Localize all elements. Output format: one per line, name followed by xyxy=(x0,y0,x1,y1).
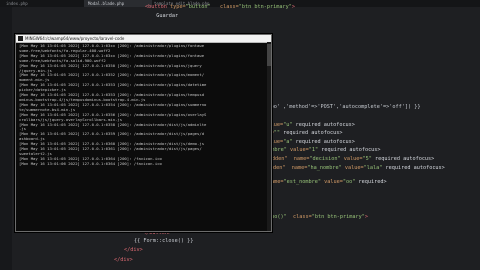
code-token: class= xyxy=(286,214,312,220)
code-token: type= xyxy=(170,4,186,10)
code-token: name= xyxy=(293,156,310,162)
code-token: "decision" xyxy=(309,156,341,162)
code-line: {{ Form::close() }} xyxy=(134,237,193,245)
terminal-output[interactable]: [Mon May 16 13:01:05 2022] 127.0.0.1:63x… xyxy=(19,44,268,229)
code-line: ype="hidden" name="ha_nombre" value="lal… xyxy=(248,164,445,172)
code-token: "1" xyxy=(308,147,319,153)
code-token: required autofocus> xyxy=(382,165,445,171)
code-token: value= xyxy=(320,179,343,185)
code-token: "button" xyxy=(185,4,211,10)
tab-modal[interactable]: Modal.blade.php xyxy=(84,0,152,7)
terminal-window[interactable]: MINGW64:/c/wamp64/www/proyecto/laravel-c… xyxy=(15,34,272,232)
code-token: "est_nombre" xyxy=(283,179,321,185)
code-token: "lala" xyxy=(363,165,383,171)
code-token: </div> xyxy=(114,257,133,263)
code-token: required autofocus> xyxy=(318,147,381,153)
code-token: required autofocus> xyxy=(279,130,343,136)
terminal-line: [Mon May 16 13:01:06 2022] 127.0.0.1:636… xyxy=(19,161,162,166)
code-token: "btn btn-primary" xyxy=(238,4,292,10)
code-token: value= xyxy=(340,156,363,162)
code-token: "btn btn-primary" xyxy=(311,214,365,220)
code-token: </div> xyxy=(124,247,143,253)
line-number-gutter xyxy=(0,7,12,270)
code-token: required autofocus> xyxy=(292,122,355,128)
terminal-icon xyxy=(18,36,23,41)
code-token: class= xyxy=(210,4,239,10)
code-token: "ha_nombre" xyxy=(307,165,342,171)
terminal-titlebar[interactable]: MINGW64:/c/wamp64/www/proyecto/laravel-c… xyxy=(16,35,271,43)
code-token: <button xyxy=(145,4,170,10)
code-token: "oo" xyxy=(342,179,356,185)
code-token: > xyxy=(364,214,368,220)
code-line: </div> xyxy=(124,246,143,254)
code-token: required> xyxy=(355,179,387,185)
code-token: {{ Form::close() }} xyxy=(134,238,194,244)
code-token: required autofocus> xyxy=(292,139,355,145)
terminal-scrollbar[interactable] xyxy=(267,42,271,231)
code-line: </div> xyxy=(114,256,133,264)
code-token: name= xyxy=(291,165,308,171)
code-token: Guardar xyxy=(150,13,179,19)
code-line: <button type="button" class="btn btn-pri… xyxy=(145,3,295,11)
code-token: value= xyxy=(341,165,364,171)
code-token: > xyxy=(291,4,295,10)
code-token: required autofocus> xyxy=(371,156,435,162)
terminal-title: MINGW64:/c/wamp64/www/proyecto/laravel-c… xyxy=(25,36,125,41)
code-token: value= xyxy=(286,147,309,153)
code-line: Guardar xyxy=(150,12,178,20)
tab-index[interactable]: index.php xyxy=(2,0,58,7)
code-line: ype="hidden" name="decision" value="5" r… xyxy=(250,155,434,163)
scrollbar-thumb[interactable] xyxy=(267,44,271,66)
code-token: "5" xyxy=(362,156,372,162)
